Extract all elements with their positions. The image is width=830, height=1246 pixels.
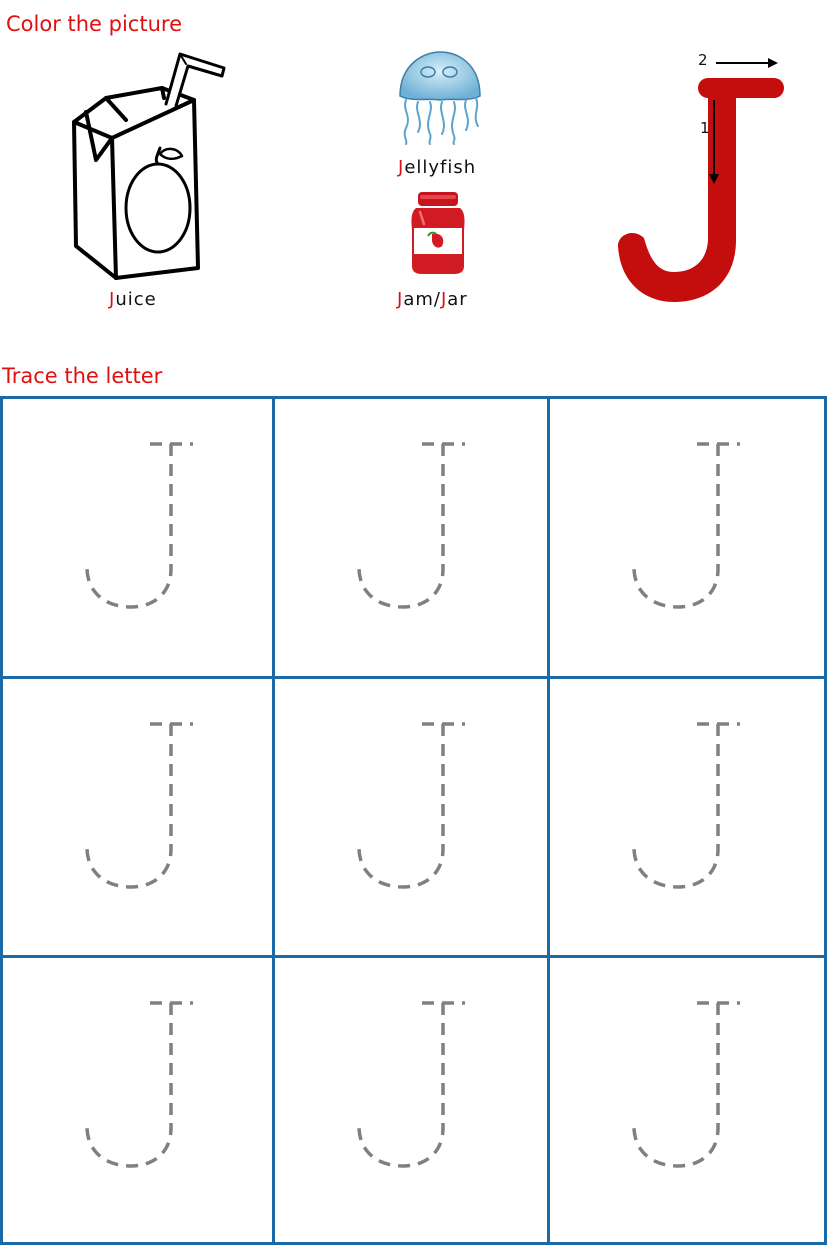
jam-jar-icon <box>411 192 465 274</box>
dashed-letter-j <box>85 722 193 889</box>
trace-cell[interactable] <box>272 676 550 958</box>
trace-cell[interactable] <box>0 396 275 679</box>
dashed-letter-j <box>632 722 740 889</box>
stroke-1-number: 1 <box>700 119 710 137</box>
juice-box-icon <box>72 52 226 280</box>
color-heading: Color the picture <box>6 12 182 36</box>
trace-cell[interactable] <box>547 676 827 958</box>
trace-heading: Trace the letter <box>2 364 163 388</box>
juice-label: Juice <box>109 289 157 310</box>
trace-cell[interactable] <box>272 396 550 679</box>
dashed-letter-j <box>85 442 193 609</box>
dashed-letter-j <box>357 442 465 609</box>
trace-cell[interactable] <box>272 955 550 1245</box>
stroke-2-arrow-icon <box>716 58 778 68</box>
dashed-letter-j <box>357 722 465 889</box>
letter-j-stroke-guide <box>618 58 784 302</box>
dashed-letter-j <box>357 1001 465 1168</box>
jellyfish-icon <box>399 51 481 145</box>
trace-cell[interactable] <box>0 676 275 958</box>
stroke-2-number: 2 <box>698 51 708 69</box>
trace-cell[interactable] <box>0 955 275 1245</box>
jam-jar-label: Jam/Jar <box>397 289 468 310</box>
trace-cell[interactable] <box>547 396 827 679</box>
trace-cell[interactable] <box>547 955 827 1245</box>
dashed-letter-j <box>632 442 740 609</box>
letter-j-shape <box>618 78 784 302</box>
trace-grid <box>0 396 827 1245</box>
dashed-letter-j <box>85 1001 193 1168</box>
jellyfish-label: Jellyfish <box>398 157 477 178</box>
dashed-letter-j <box>632 1001 740 1168</box>
